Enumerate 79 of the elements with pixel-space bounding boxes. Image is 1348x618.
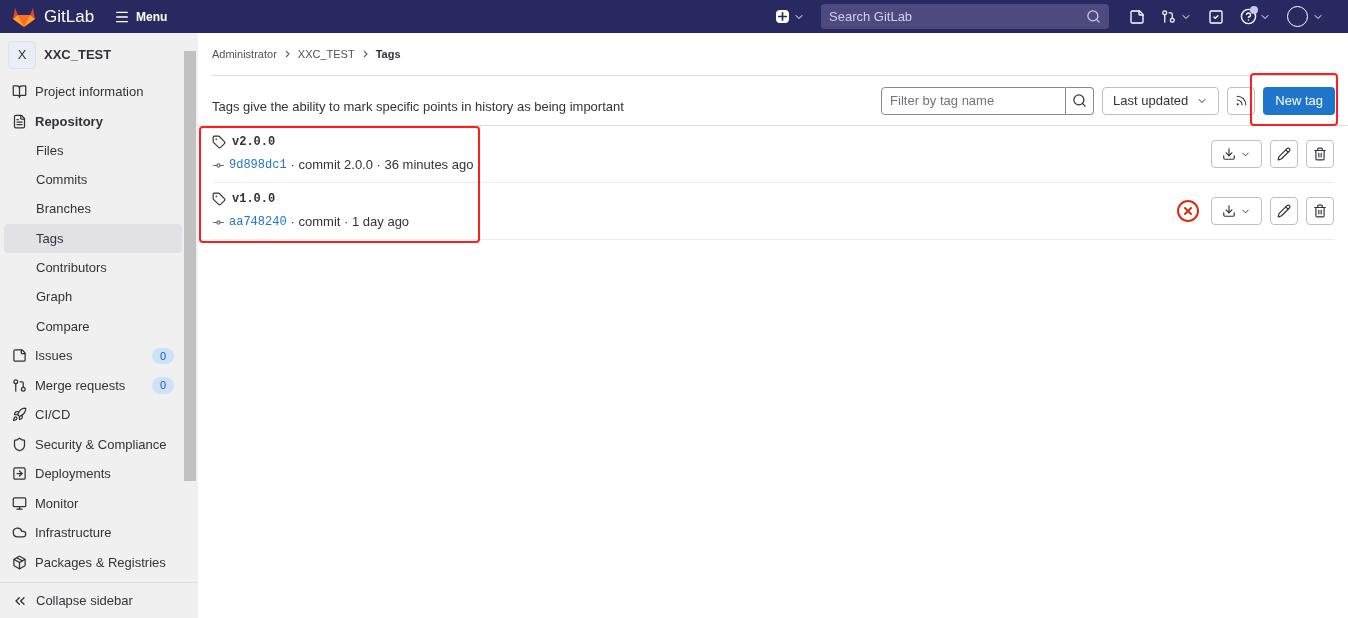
collapse-sidebar-button[interactable]: Collapse sidebar: [0, 582, 198, 618]
chevron-right-icon: [284, 50, 290, 58]
sidebar-item[interactable]: Merge requests 0: [4, 370, 182, 401]
issues-icon[interactable]: [1129, 8, 1145, 25]
search-field[interactable]: Search GitLab: [821, 4, 1109, 29]
sidebar-item[interactable]: Project information: [4, 77, 182, 107]
merge-requests-button[interactable]: [1161, 9, 1192, 24]
brand-name[interactable]: GitLab: [44, 3, 95, 30]
tag-name[interactable]: v1.0.0: [232, 190, 276, 209]
trash-icon: [1313, 147, 1327, 161]
sidebar-subitem[interactable]: Compare: [4, 311, 182, 342]
merge-request-icon: [1161, 9, 1176, 24]
breadcrumb-link[interactable]: Tags: [375, 45, 401, 63]
sidebar-item-icon: [12, 84, 27, 100]
tag-name[interactable]: v2.0.0: [232, 133, 276, 152]
sidebar-item-icon: [12, 525, 27, 541]
download-button[interactable]: [1211, 140, 1262, 168]
delete-button[interactable]: [1306, 140, 1334, 168]
search-button[interactable]: [1066, 86, 1095, 115]
plus-icon: [776, 10, 789, 23]
sidebar-item[interactable]: Infrastructure: [4, 518, 182, 548]
commit-info: · commit · 1 day ago: [290, 213, 410, 232]
sidebar-item-icon: [12, 348, 27, 364]
chevron-right-icon: [362, 50, 368, 58]
sidebar-subitem[interactable]: Branches: [4, 194, 182, 224]
sidebar-item-icon: [12, 113, 27, 129]
sidebar-item-icon: [12, 495, 27, 511]
sidebar-subitem[interactable]: Commits: [4, 165, 182, 195]
tag-icon: [212, 135, 226, 150]
failed-status-icon[interactable]: [1177, 200, 1199, 222]
project-avatar[interactable]: X: [8, 41, 36, 69]
download-icon: [1222, 147, 1236, 161]
breadcrumb-link[interactable]: XXC_TEST: [297, 45, 355, 63]
delete-button[interactable]: [1306, 197, 1334, 225]
page-description: Tags give the ability to mark specific points in history as being important: [212, 97, 625, 116]
sidebar-subitem[interactable]: Files: [4, 136, 182, 166]
download-button[interactable]: [1211, 197, 1262, 225]
sort-dropdown[interactable]: Last updated: [1102, 86, 1220, 115]
scrollbar[interactable]: [184, 51, 196, 481]
commit-sha-link[interactable]: aa748240: [229, 213, 287, 231]
commit-sha-link[interactable]: 9d898dc1: [229, 156, 287, 174]
todo-icon[interactable]: [1208, 8, 1224, 25]
pencil-icon: [1277, 147, 1291, 161]
edit-button[interactable]: [1270, 197, 1298, 225]
sidebar-item-icon: [12, 436, 27, 452]
sidebar-item-icon: [12, 554, 27, 570]
tag-icon: [212, 192, 226, 207]
sidebar-item[interactable]: Deployments: [4, 459, 182, 489]
sidebar-subitem[interactable]: Graph: [4, 282, 182, 312]
edit-button[interactable]: [1270, 140, 1298, 168]
sidebar-item-icon: [12, 466, 27, 482]
sidebar-subitem[interactable]: Contributors: [4, 253, 182, 283]
create-new-button[interactable]: [776, 10, 805, 23]
pencil-icon: [1277, 204, 1291, 218]
trash-icon: [1313, 204, 1327, 218]
help-icon: [1240, 8, 1257, 25]
count-badge: 0: [151, 377, 174, 394]
sidebar-item[interactable]: Security & Compliance: [4, 429, 182, 460]
menu-button[interactable]: Menu: [114, 7, 168, 26]
help-button[interactable]: [1240, 8, 1271, 25]
search-icon: [1072, 93, 1088, 108]
sidebar-item[interactable]: Packages & Registries: [4, 547, 182, 578]
sidebar-item[interactable]: Monitor: [4, 488, 182, 519]
count-badge: 0: [151, 347, 174, 365]
sidebar-item[interactable]: Issues 0: [4, 341, 182, 371]
sidebar-item-icon: [12, 407, 27, 423]
search-icon: [1086, 9, 1101, 24]
download-icon: [1222, 204, 1236, 218]
rss-icon: [1234, 94, 1248, 107]
filter-field[interactable]: Filter by tag name: [881, 86, 1067, 115]
breadcrumb-link[interactable]: Administrator: [212, 45, 277, 63]
new-tag-button[interactable]: New tag: [1263, 86, 1335, 115]
sidebar-item[interactable]: CI/CD: [4, 400, 182, 430]
sidebar-item[interactable]: Repository: [4, 106, 182, 136]
rss-button[interactable]: [1227, 86, 1256, 115]
project-name[interactable]: XXC_TEST: [44, 45, 112, 65]
commit-info: · commit 2.0.0 · 36 minutes ago: [290, 156, 474, 175]
sidebar-item-icon: [12, 377, 27, 393]
sidebar-subitem[interactable]: Tags: [4, 223, 182, 254]
